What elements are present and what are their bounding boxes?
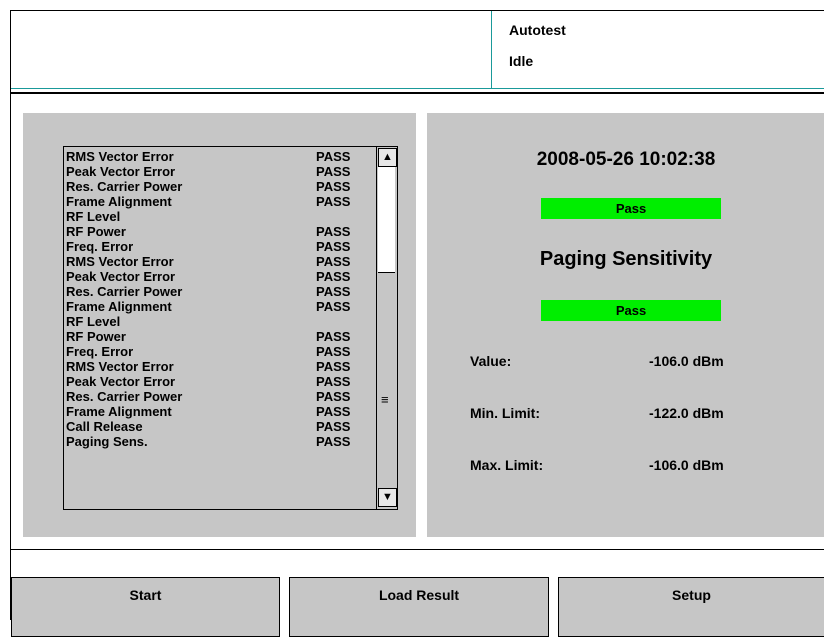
results-list[interactable]: RMS Vector Error PASS Peak Vector Error PAS…: [63, 146, 398, 510]
list-item[interactable]: RMS Vector Error PASS: [66, 359, 376, 374]
test-item-name: Freq. Error: [66, 239, 134, 254]
header-separator: [11, 92, 824, 94]
test-item-name: Paging Sens.: [66, 434, 148, 449]
test-item-name: Frame Alignment: [66, 194, 172, 209]
test-item-name: Peak Vector Error: [66, 269, 176, 284]
list-item[interactable]: RF Level: [66, 314, 376, 329]
mode-label: Autotest: [509, 22, 566, 38]
load-result-button[interactable]: Load Result: [289, 577, 549, 637]
test-item-name: RMS Vector Error: [66, 149, 174, 164]
header-bottom-line: [11, 88, 824, 89]
test-item-name: Call Release: [66, 419, 143, 434]
test-item-result: PASS: [316, 359, 351, 374]
list-item[interactable]: Peak Vector Error PASS: [66, 374, 376, 389]
test-item-name: Res. Carrier Power: [66, 179, 183, 194]
setup-button[interactable]: Setup: [558, 577, 824, 637]
header-bar: Autotest Idle: [11, 11, 824, 89]
test-item-name: RF Power: [66, 224, 126, 239]
detail-panel: 2008-05-26 10:02:38 Pass Paging Sensitiv…: [427, 113, 824, 537]
timestamp: 2008-05-26 10:02:38: [536, 149, 716, 170]
test-status-badge: Pass: [541, 300, 721, 321]
test-item-result: PASS: [316, 299, 351, 314]
value-reading: -106.0 dBm: [649, 353, 724, 369]
test-item-result: PASS: [316, 254, 351, 269]
list-item[interactable]: RMS Vector Error PASS: [66, 149, 376, 164]
start-button[interactable]: Start: [11, 577, 280, 637]
test-item-name: Freq. Error: [66, 344, 134, 359]
test-name: Paging Sensitivity: [539, 248, 713, 270]
test-item-result: PASS: [316, 179, 351, 194]
test-item-name: RF Power: [66, 329, 126, 344]
grip-icon: ≡: [381, 392, 389, 407]
test-item-name: RMS Vector Error: [66, 359, 174, 374]
test-item-result: PASS: [316, 284, 351, 299]
test-item-result: PASS: [316, 329, 351, 344]
min-limit-value: -122.0 dBm: [649, 405, 724, 421]
test-item-result: PASS: [316, 344, 351, 359]
results-scrollbar[interactable]: ▲ ≡ ▼: [376, 147, 397, 509]
test-item-name: RF Level: [66, 314, 121, 329]
test-item-result: PASS: [316, 149, 351, 164]
list-item[interactable]: Frame Alignment PASS: [66, 194, 376, 209]
test-item-name: Frame Alignment: [66, 404, 172, 419]
list-item[interactable]: Freq. Error PASS: [66, 239, 376, 254]
list-item[interactable]: RMS Vector Error PASS: [66, 254, 376, 269]
overall-status-badge: Pass: [541, 198, 721, 219]
value-label: Value:: [470, 353, 512, 369]
arrow-up-icon[interactable]: ▲: [378, 148, 397, 167]
test-item-result: PASS: [316, 389, 351, 404]
list-item[interactable]: RF Power PASS: [66, 224, 376, 239]
test-item-name: Peak Vector Error: [66, 374, 176, 389]
test-item-name: RF Level: [66, 209, 121, 224]
test-item-result: PASS: [316, 239, 351, 254]
test-item-name: Peak Vector Error: [66, 164, 176, 179]
list-item[interactable]: RF Power PASS: [66, 329, 376, 344]
list-item[interactable]: Frame Alignment PASS: [66, 404, 376, 419]
list-item[interactable]: Peak Vector Error PASS: [66, 164, 376, 179]
list-item[interactable]: Res. Carrier Power PASS: [66, 389, 376, 404]
min-limit-label: Min. Limit:: [470, 405, 540, 421]
test-item-name: RMS Vector Error: [66, 254, 174, 269]
list-item[interactable]: Res. Carrier Power PASS: [66, 284, 376, 299]
max-limit-label: Max. Limit:: [470, 457, 544, 473]
list-item[interactable]: Res. Carrier Power PASS: [66, 179, 376, 194]
list-item[interactable]: Freq. Error PASS: [66, 344, 376, 359]
test-item-result: PASS: [316, 269, 351, 284]
test-item-result: PASS: [316, 434, 351, 449]
instrument-screen: Autotest Idle RMS Vector Error PASS Peak V…: [10, 10, 824, 637]
softkey-divider: [11, 549, 824, 550]
list-item[interactable]: Peak Vector Error PASS: [66, 269, 376, 284]
test-item-name: Frame Alignment: [66, 299, 172, 314]
test-item-result: PASS: [316, 164, 351, 179]
state-label: Idle: [509, 53, 534, 69]
test-item-name: Res. Carrier Power: [66, 389, 183, 404]
list-item[interactable]: Call Release PASS: [66, 419, 376, 434]
test-item-name: Res. Carrier Power: [66, 284, 183, 299]
list-item[interactable]: RF Level: [66, 209, 376, 224]
arrow-down-icon[interactable]: ▼: [378, 488, 397, 507]
results-rows: RMS Vector Error PASS Peak Vector Error PAS…: [66, 149, 376, 449]
test-item-result: PASS: [316, 374, 351, 389]
scroll-thumb[interactable]: [378, 167, 395, 273]
max-limit-value: -106.0 dBm: [649, 457, 724, 473]
test-item-result: PASS: [316, 224, 351, 239]
test-item-result: PASS: [316, 194, 351, 209]
results-panel: RMS Vector Error PASS Peak Vector Error PAS…: [23, 113, 416, 537]
header-divider: [491, 11, 492, 89]
list-item[interactable]: Frame Alignment PASS: [66, 299, 376, 314]
test-item-result: PASS: [316, 419, 351, 434]
list-item[interactable]: Paging Sens. PASS: [66, 434, 376, 449]
test-item-result: PASS: [316, 404, 351, 419]
